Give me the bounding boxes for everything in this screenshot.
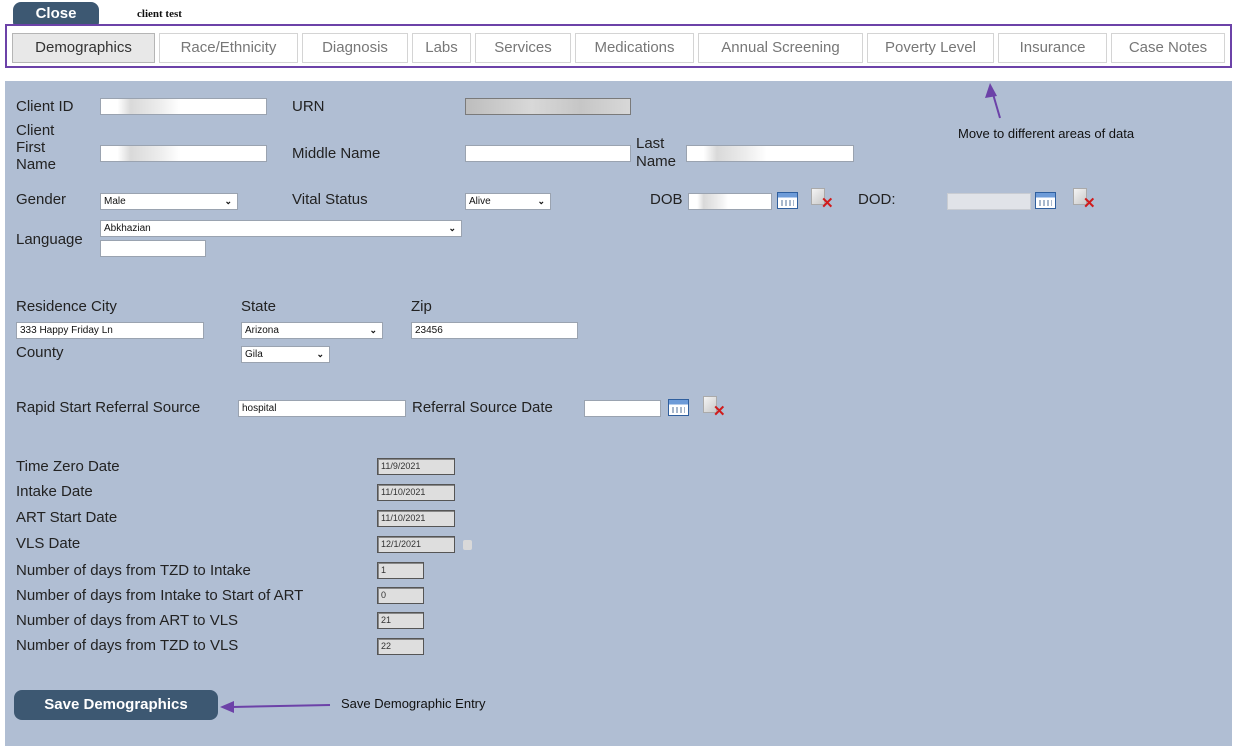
tab-labs[interactable]: Labs <box>412 33 471 63</box>
tab-medications[interactable]: Medications <box>575 33 694 63</box>
state-select[interactable]: Arizona ⌄ <box>241 322 383 339</box>
tab-demographics[interactable]: Demographics <box>12 33 155 63</box>
days-tzd-intake-label: Number of days from TZD to Intake <box>16 562 251 579</box>
county-select[interactable]: Gila ⌄ <box>241 346 330 363</box>
tab-bar: Demographics Race/Ethnicity Diagnosis La… <box>5 24 1232 68</box>
gender-select[interactable]: Male ⌄ <box>100 193 238 210</box>
dod-field[interactable] <box>947 193 1031 210</box>
residence-city-field[interactable]: 333 Happy Friday Ln <box>16 322 204 339</box>
tab-poverty-level[interactable]: Poverty Level <box>867 33 994 63</box>
dob-calendar-icon[interactable] <box>777 192 798 209</box>
time-zero-date-label: Time Zero Date <box>16 458 120 475</box>
state-label: State <box>241 298 277 315</box>
save-annotation-note: Save Demographic Entry <box>341 696 486 711</box>
art-start-date-field: 11/10/2021 <box>377 510 455 527</box>
last-name-label-line-2: Name <box>636 153 677 170</box>
middle-name-label: Middle Name <box>292 145 381 162</box>
time-zero-date-field: 11/9/2021 <box>377 458 455 475</box>
dob-field[interactable] <box>688 193 772 210</box>
gender-value: Male <box>104 196 126 207</box>
tab-case-notes[interactable]: Case Notes <box>1111 33 1225 63</box>
referral-clear-icon[interactable]: ✕ <box>703 396 726 420</box>
dod-label: DOD: <box>858 191 896 208</box>
language-other-field[interactable] <box>100 240 206 257</box>
dod-calendar-icon[interactable] <box>1035 192 1056 209</box>
tab-services[interactable]: Services <box>475 33 571 63</box>
vital-status-select[interactable]: Alive ⌄ <box>465 193 551 210</box>
chevron-down-icon: ⌄ <box>224 196 232 206</box>
tabs-annotation-note: Move to different areas of data <box>958 126 1135 141</box>
first-name-label-line-3: Name <box>16 156 57 173</box>
county-value: Gila <box>245 349 263 360</box>
last-name-label-line-1: Last <box>636 135 665 152</box>
client-id-field[interactable] <box>100 98 267 115</box>
gender-label: Gender <box>16 191 67 208</box>
info-icon <box>463 540 472 550</box>
days-intake-art-field: 0 <box>377 587 424 604</box>
referral-source-field[interactable]: hospital <box>238 400 406 417</box>
first-name-field[interactable] <box>100 145 267 162</box>
intake-date-label: Intake Date <box>16 483 93 500</box>
referral-calendar-icon[interactable] <box>668 399 689 416</box>
dob-label: DOB <box>650 191 683 208</box>
dod-clear-icon[interactable]: ✕ <box>1073 188 1096 212</box>
zip-field[interactable]: 23456 <box>411 322 578 339</box>
tab-race-ethnicity[interactable]: Race/Ethnicity <box>159 33 298 63</box>
first-name-label-line-2: First <box>16 139 46 156</box>
vls-date-field: 12/1/2021 <box>377 536 455 553</box>
referral-source-date-field[interactable] <box>584 400 661 417</box>
urn-field <box>465 98 631 115</box>
save-demographics-button[interactable]: Save Demographics <box>14 690 218 720</box>
referral-source-date-label: Referral Source Date <box>412 399 553 416</box>
chevron-down-icon: ⌄ <box>448 223 456 233</box>
language-value: Abkhazian <box>104 223 151 234</box>
last-name-field[interactable] <box>686 145 854 162</box>
tab-diagnosis[interactable]: Diagnosis <box>302 33 408 63</box>
days-art-vls-field: 21 <box>377 612 424 629</box>
intake-date-field: 11/10/2021 <box>377 484 455 501</box>
middle-name-field[interactable] <box>465 145 631 162</box>
urn-label: URN <box>292 98 325 115</box>
vital-status-label: Vital Status <box>292 191 368 208</box>
language-label: Language <box>16 231 83 248</box>
chevron-down-icon: ⌄ <box>316 349 324 359</box>
days-intake-art-label: Number of days from Intake to Start of A… <box>16 587 304 604</box>
last-name-label: Last Name <box>636 135 676 171</box>
days-tzd-vls-field: 22 <box>377 638 424 655</box>
tab-insurance[interactable]: Insurance <box>998 33 1107 63</box>
days-tzd-vls-label: Number of days from TZD to VLS <box>16 637 239 654</box>
first-name-label-line-1: Client <box>16 122 55 139</box>
residence-city-label: Residence City <box>16 298 117 315</box>
first-name-label: Client First Name <box>16 122 56 173</box>
chevron-down-icon: ⌄ <box>537 196 545 206</box>
referral-source-label: Rapid Start Referral Source <box>16 399 201 416</box>
client-id-label: Client ID <box>16 98 74 115</box>
county-label: County <box>16 344 64 361</box>
days-tzd-intake-field: 1 <box>377 562 424 579</box>
art-start-date-label: ART Start Date <box>16 509 118 526</box>
chevron-down-icon: ⌄ <box>369 325 377 335</box>
client-name-label: client test <box>137 8 182 20</box>
state-value: Arizona <box>245 325 279 336</box>
tab-annual-screening[interactable]: Annual Screening <box>698 33 863 63</box>
vital-status-value: Alive <box>469 196 491 207</box>
zip-label: Zip <box>411 298 432 315</box>
language-select[interactable]: Abkhazian ⌄ <box>100 220 462 237</box>
dob-clear-icon[interactable]: ✕ <box>811 188 834 212</box>
vls-date-label: VLS Date <box>16 535 81 552</box>
days-art-vls-label: Number of days from ART to VLS <box>16 612 239 629</box>
